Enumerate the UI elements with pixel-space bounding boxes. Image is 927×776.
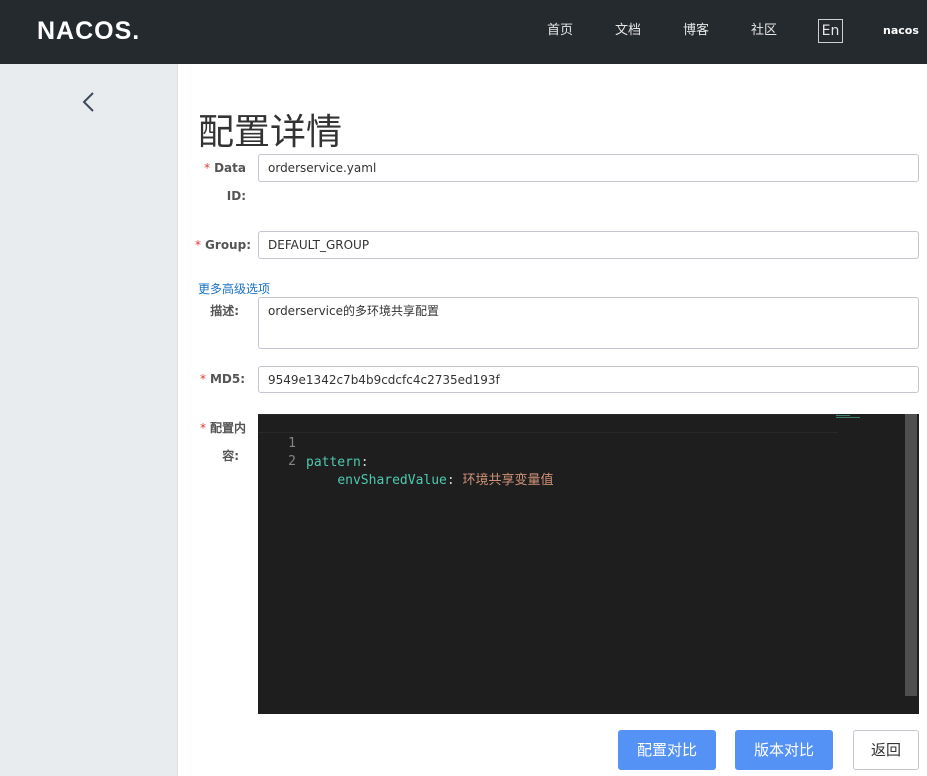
chevron-left-icon[interactable] — [78, 90, 100, 114]
user-name[interactable]: nacos — [883, 24, 919, 37]
yaml-key: envSharedValue — [337, 473, 447, 488]
logo-text: NACOS. — [37, 16, 141, 45]
data-id-label: * Data — [204, 161, 246, 175]
editor-line: 2 envSharedValue: 环境共享变量值 — [258, 433, 858, 488]
sidebar — [0, 64, 178, 776]
required-mark: * — [199, 421, 206, 435]
compare-config-button[interactable]: 配置对比 — [618, 730, 716, 770]
md5-label: * MD5: — [199, 372, 245, 386]
compare-version-button[interactable]: 版本对比 — [735, 730, 833, 770]
nav-docs[interactable]: 文档 — [615, 22, 641, 40]
top-navbar: NACOS. 首页 文档 博客 社区 En nacos — [0, 0, 927, 64]
yaml-value: 环境共享变量值 — [462, 473, 554, 488]
editor-minimap[interactable] — [836, 414, 864, 418]
required-mark: * — [195, 238, 202, 252]
data-id-input[interactable]: orderservice.yaml — [258, 154, 919, 182]
page-title: 配置详情 — [198, 112, 343, 153]
nacos-logo[interactable]: NACOS. — [37, 17, 140, 45]
nav-home[interactable]: 首页 — [547, 22, 573, 40]
required-mark: * — [204, 161, 211, 175]
nav-community[interactable]: 社区 — [751, 22, 777, 40]
nav-blog[interactable]: 博客 — [683, 22, 709, 40]
content-label-cont: 容: — [222, 449, 239, 463]
code-editor[interactable]: 1 pattern: 2 envSharedValue: 环境共享变量值 — [258, 414, 919, 714]
group-label: * Group: — [195, 238, 251, 252]
yaml-key: pattern — [306, 455, 361, 470]
content-label: * 配置内 — [199, 421, 246, 435]
description-textarea[interactable]: orderservice的多环境共享配置 — [258, 297, 919, 349]
editor-scrollbar[interactable] — [905, 414, 917, 696]
md5-input[interactable]: 9549e1342c7b4b9cdcfc4c2735ed193f — [258, 366, 919, 393]
group-input[interactable]: DEFAULT_GROUP — [258, 231, 919, 259]
advanced-options-link[interactable]: 更多高级选项 — [198, 280, 270, 297]
line-number: 2 — [288, 454, 296, 469]
data-id-label-cont: ID: — [226, 189, 246, 203]
editor-line: 1 pattern: — [258, 414, 838, 470]
language-switch-button[interactable]: En — [818, 19, 843, 43]
required-mark: * — [199, 372, 206, 386]
back-button[interactable]: 返回 — [853, 730, 919, 770]
description-label: 描述: — [210, 304, 239, 318]
